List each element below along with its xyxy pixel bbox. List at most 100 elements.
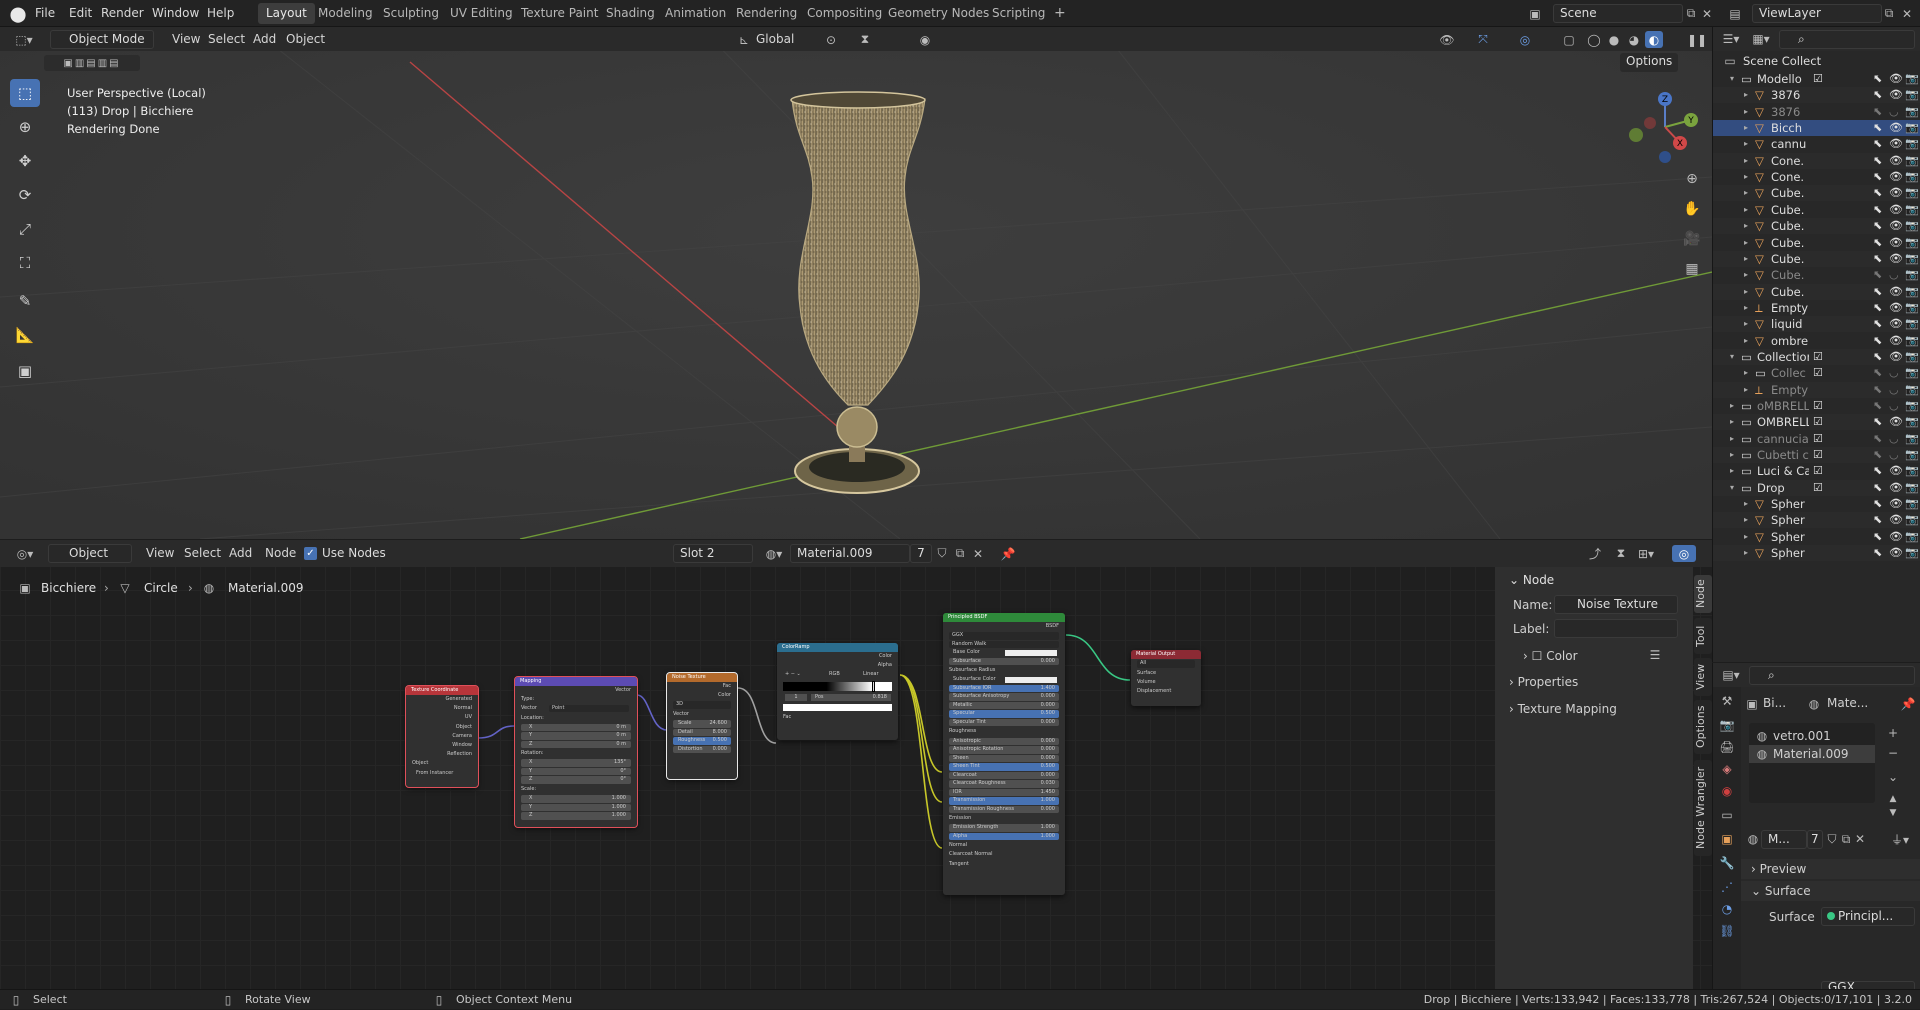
shading-solid-icon[interactable]: ● [1605, 31, 1623, 48]
new-view-layer-icon[interactable]: ⧉ [1880, 5, 1898, 22]
ortho-toggle-icon[interactable]: ▦ [1680, 257, 1704, 281]
delete-view-layer-icon[interactable]: ✕ [1900, 5, 1914, 22]
bsdf-input-subsurface-radius[interactable]: Subsurface Radius [943, 666, 1065, 675]
visibility-eye-icon[interactable]: ◡ [1889, 267, 1899, 283]
bsdf-input-transmission[interactable]: Transmission 1.000 [949, 797, 1059, 805]
delete-scene-icon[interactable]: ✕ [1700, 5, 1714, 22]
bsdf-input-sheen[interactable]: Sheen 0.000 [949, 754, 1059, 763]
bsdf-input-ior[interactable]: IOR 1.450 [949, 788, 1059, 797]
outliner-row[interactable]: ▸ ⟂ Empty ⬉ ◡ 📷 [1713, 381, 1920, 398]
ramp-index-field[interactable]: 1 [785, 693, 807, 701]
bsdf-input-tangent[interactable]: Tangent [943, 860, 1065, 869]
expand-icon[interactable]: ▸ [1741, 300, 1751, 316]
bsdf-input-emission[interactable]: Emission [943, 814, 1065, 823]
outliner-row[interactable]: ▸ ▽ Cube. ⬉ ◡ 📷 [1713, 267, 1920, 283]
select-toggle-icon[interactable]: ⬉ [1873, 169, 1882, 185]
material-slots-list[interactable]: ◍ vetro.001 ◍ Material.009 [1749, 723, 1875, 803]
render-camera-icon[interactable]: 📷 [1905, 120, 1919, 136]
move-tool[interactable]: ✥ [10, 147, 40, 175]
output-tab-icon[interactable]: 🖨 [1719, 739, 1735, 755]
visibility-eye-icon[interactable]: 👁 [1889, 300, 1903, 316]
visibility-eye-icon[interactable]: 👁 [1889, 480, 1903, 496]
noise-detail-field[interactable]: Detail 8.000 [673, 728, 731, 737]
object-tab-icon[interactable]: ▣ [1719, 831, 1735, 847]
visibility-eye-icon[interactable]: 👁 [1889, 529, 1903, 545]
input-vector[interactable]: Vector [667, 710, 737, 719]
output-color[interactable]: Color [667, 691, 737, 700]
expand-icon[interactable]: ▸ [1741, 316, 1751, 332]
visibility-eye-icon[interactable]: ◡ [1889, 398, 1899, 414]
noise-texture-node[interactable]: Noise Texture Fac Color 3D Vector Scale 2… [666, 672, 738, 780]
zoom-icon[interactable]: ⊕ [1680, 167, 1704, 191]
input-surface[interactable]: Surface [1131, 669, 1201, 678]
visibility-eye-icon[interactable]: 👁 [1889, 218, 1903, 234]
orientation-selector[interactable]: Global [750, 30, 800, 49]
rotate-tool[interactable]: ⟳ [10, 181, 40, 209]
output-uv[interactable]: UV [406, 713, 478, 722]
measure-tool[interactable]: 📐 [10, 321, 40, 349]
modifier-tab-icon[interactable]: 🔧 [1719, 855, 1735, 871]
view-layer-selector[interactable]: ViewLayer [1752, 4, 1882, 23]
visibility-eye-icon[interactable]: ◡ [1889, 104, 1899, 120]
scene-tab-icon[interactable]: ◈ [1719, 761, 1735, 777]
duplicate-icon[interactable]: ⧉ [1839, 831, 1853, 847]
node-label-field[interactable] [1554, 619, 1678, 638]
rot-y-field[interactable]: Y 0° [521, 767, 631, 776]
input-displacement[interactable]: Displacement [1131, 687, 1201, 696]
properties-panel-header[interactable]: › Properties [1509, 675, 1578, 689]
tab-layout[interactable]: Layout [258, 3, 315, 24]
select-toggle-icon[interactable]: ⬉ [1873, 414, 1882, 430]
move-slot-up-icon[interactable]: ▲ [1885, 793, 1901, 805]
select-toggle-icon[interactable]: ⬉ [1873, 529, 1882, 545]
render-camera-icon[interactable]: 📷 [1905, 136, 1919, 152]
visibility-icon[interactable]: 👁 [1434, 31, 1460, 48]
render-camera-icon[interactable]: 📷 [1905, 349, 1919, 365]
mapping-node[interactable]: Mapping Vector Type: Vector Location: X0… [514, 676, 638, 828]
exclude-checkbox[interactable]: ☑ [1813, 447, 1823, 463]
physics-tab-icon[interactable]: ◔ [1719, 901, 1735, 917]
exclude-checkbox[interactable]: ☑ [1813, 365, 1823, 381]
bsdf-input-clearcoat-normal[interactable]: Clearcoat Normal [943, 850, 1065, 859]
outliner-row[interactable]: ▸ ▽ 3876 ⬉ 👁 📷 [1713, 87, 1920, 104]
exclude-checkbox[interactable]: ☑ [1813, 71, 1823, 87]
render-camera-icon[interactable]: 📷 [1905, 169, 1919, 185]
surface-panel-header[interactable]: ⌄ Surface [1741, 881, 1920, 901]
output-target-select[interactable]: All [1137, 660, 1195, 668]
tab-rendering[interactable]: Rendering [728, 3, 805, 24]
add-workspace-button[interactable]: + [1046, 3, 1074, 24]
outliner-row[interactable]: ▸ ▭ oMBRELL ☑ ⬉ ◡ 📷 [1713, 398, 1920, 414]
expand-icon[interactable]: ▸ [1741, 136, 1751, 152]
render-camera-icon[interactable]: 📷 [1905, 512, 1919, 528]
output-camera[interactable]: Camera [406, 732, 478, 741]
outliner-row[interactable]: ▸ ▽ Cube. ⬉ 👁 📷 [1713, 185, 1920, 202]
outliner-row[interactable]: ▸ ▽ Cone. ⬉ 👁 📷 [1713, 169, 1920, 185]
outliner-row[interactable]: ▸ ▽ Spher ⬉ 👁 📷 [1713, 545, 1920, 562]
transform-tool[interactable]: ⛶ [10, 249, 40, 277]
pan-hand-icon[interactable]: ✋ [1680, 197, 1704, 221]
navigation-gizmo[interactable]: Z Y X [1620, 85, 1700, 165]
bsdf-input-anisotropic-rotation[interactable]: Anisotropic Rotation 0.000 [949, 746, 1059, 754]
rot-x-field[interactable]: X 135° [521, 759, 631, 767]
visibility-eye-icon[interactable]: 👁 [1889, 496, 1903, 512]
outliner-row[interactable]: ▸ ▭ Collec ☑ ⬉ ◡ 📷 [1713, 365, 1920, 381]
loc-z-field[interactable]: Z0 m [521, 740, 631, 749]
new-scene-icon[interactable]: ⧉ [1682, 5, 1700, 22]
ramp-color-swatch[interactable] [783, 703, 892, 711]
visibility-eye-icon[interactable]: 👁 [1889, 71, 1903, 87]
menu-file[interactable]: File [28, 4, 62, 23]
ramp-stop-row[interactable]: 1 Pos 0.818 [777, 693, 898, 702]
tab-shading[interactable]: Shading [598, 3, 663, 24]
select-toggle-icon[interactable]: ⬉ [1873, 447, 1882, 463]
expand-icon[interactable]: ▸ [1727, 431, 1737, 447]
input-fac[interactable]: Fac [777, 713, 898, 722]
outliner-editor-icon[interactable]: ☰▾ [1719, 31, 1743, 47]
collapse-icon[interactable]: ▾ [1727, 71, 1737, 87]
select-toggle-icon[interactable]: ⬉ [1873, 349, 1882, 365]
color-ramp-node[interactable]: ColorRamp Color Alpha + − ⌄ RGB Linear 1… [777, 643, 898, 740]
select-box-tool[interactable]: ⬚ [10, 79, 40, 107]
expand-icon[interactable]: ▸ [1741, 529, 1751, 545]
material-name-field[interactable]: M... [1761, 830, 1807, 849]
dimensions-select[interactable]: 3D [673, 701, 731, 709]
exclude-checkbox[interactable]: ☑ [1813, 431, 1823, 447]
blender-logo-icon[interactable]: ⬤ [8, 4, 28, 23]
